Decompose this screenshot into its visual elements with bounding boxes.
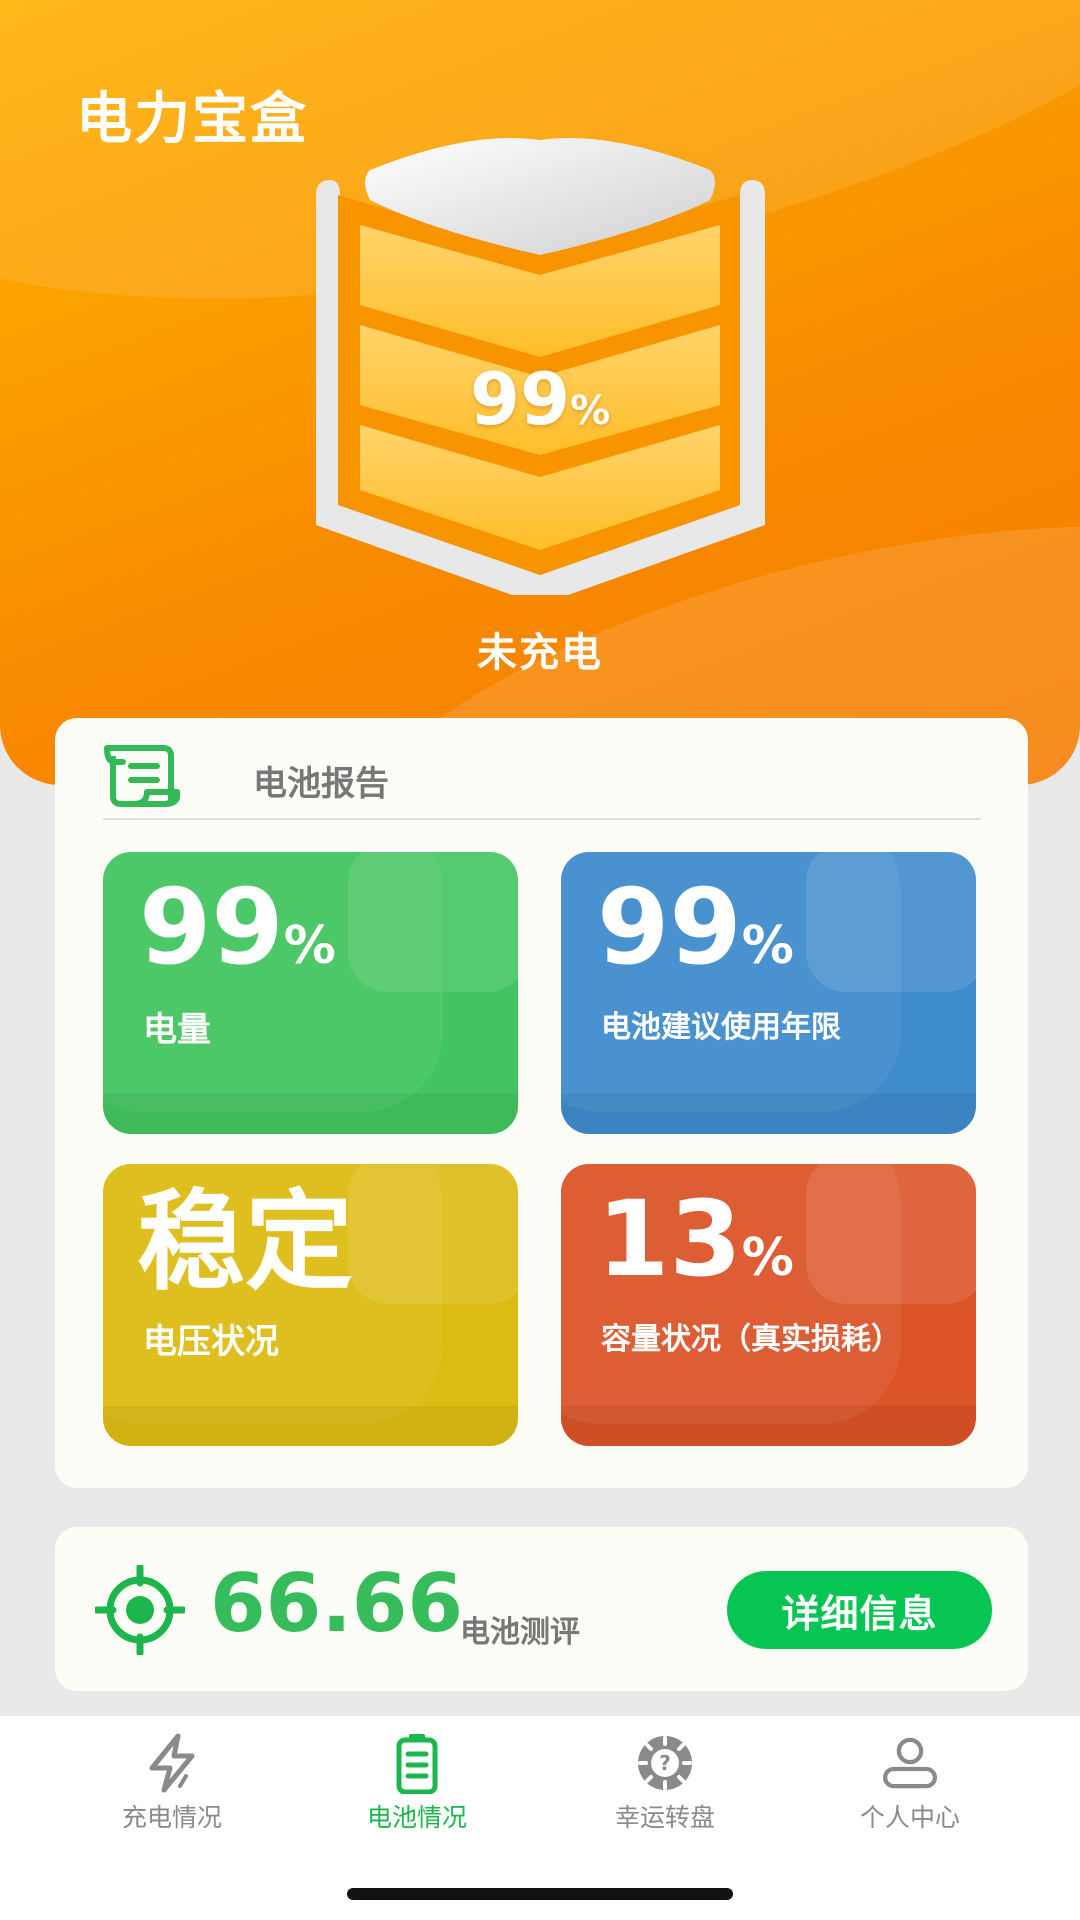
app-title: 电力宝盒 [76, 87, 308, 152]
voltage-status-value: 稳定 [137, 1180, 354, 1305]
charge-level-value: 99% [139, 870, 336, 984]
battery-score-label: 电池测评 [460, 1615, 580, 1650]
report-divider [103, 818, 981, 820]
tab-lucky-wheel[interactable]: ? 幸运转盘 [575, 1732, 755, 1842]
tab-label: 电池情况 [366, 1803, 467, 1832]
tile-unit: % [283, 916, 336, 976]
battery-icon [396, 1734, 438, 1794]
battery-percent-sign: % [570, 388, 611, 434]
tile-decoration [806, 852, 976, 992]
tile-decoration [561, 1406, 976, 1446]
tab-label: 幸运转盘 [614, 1803, 715, 1832]
tab-charging-status[interactable]: 充电情况 [82, 1732, 262, 1842]
tab-profile[interactable]: 个人中心 [820, 1732, 1000, 1842]
tab-label: 个人中心 [859, 1803, 960, 1832]
report-header: 电池报告 [103, 742, 983, 812]
tile-unit: % [741, 916, 794, 976]
tile-decoration [103, 1094, 518, 1134]
tab-battery-status[interactable]: 电池情况 [327, 1732, 507, 1842]
battery-lifespan-value: 99% [597, 870, 794, 984]
svg-text:?: ? [659, 1751, 671, 1775]
voltage-status-label: 电压状况 [143, 1322, 279, 1362]
lightning-icon [149, 1733, 195, 1793]
battery-score-card: 66.66 电池测评 详细信息 [55, 1527, 1028, 1691]
battery-lifespan-label: 电池建议使用年限 [601, 1010, 841, 1045]
header-banner: 电力宝盒 99% 未充电 [0, 0, 1080, 785]
report-scroll-icon [104, 745, 181, 807]
capacity-status-value: 13% [597, 1182, 794, 1296]
charge-status: 未充电 [477, 630, 603, 676]
battery-percent-display: 99% [310, 357, 770, 441]
tile-value: 99 [597, 866, 742, 988]
voltage-status-tile[interactable]: 稳定 电压状况 [103, 1164, 518, 1446]
tile-unit: % [741, 1228, 794, 1288]
tile-decoration [561, 1094, 976, 1134]
user-icon [883, 1737, 937, 1789]
tab-label: 充电情况 [121, 1803, 222, 1832]
battery-lifespan-tile[interactable]: 99% 电池建议使用年限 [561, 852, 976, 1134]
tile-value: 99 [139, 866, 284, 988]
battery-score-value: 66.66 [210, 1557, 464, 1650]
charge-level-tile[interactable]: 99% 电量 [103, 852, 518, 1134]
battery-percent-value: 99 [469, 357, 571, 441]
tile-decoration [103, 1406, 518, 1446]
home-indicator[interactable] [347, 1888, 733, 1900]
report-title: 电池报告 [253, 764, 389, 804]
roulette-wheel-icon: ? [638, 1736, 692, 1790]
tile-value: 13 [597, 1178, 742, 1300]
target-icon [95, 1565, 185, 1655]
charge-level-label: 电量 [143, 1010, 211, 1050]
tile-decoration [348, 1164, 518, 1304]
capacity-status-tile[interactable]: 13% 容量状况（真实损耗） [561, 1164, 976, 1446]
tile-decoration [806, 1164, 976, 1304]
battery-box-illustration: 99% [310, 135, 770, 605]
battery-report-card: 电池报告 99% 电量 99% 电池建议使用年限 稳定 电压状况 13% 容量状… [55, 718, 1028, 1488]
details-button[interactable]: 详细信息 [727, 1571, 992, 1649]
tile-decoration [348, 852, 518, 992]
capacity-status-label: 容量状况（真实损耗） [601, 1322, 901, 1357]
